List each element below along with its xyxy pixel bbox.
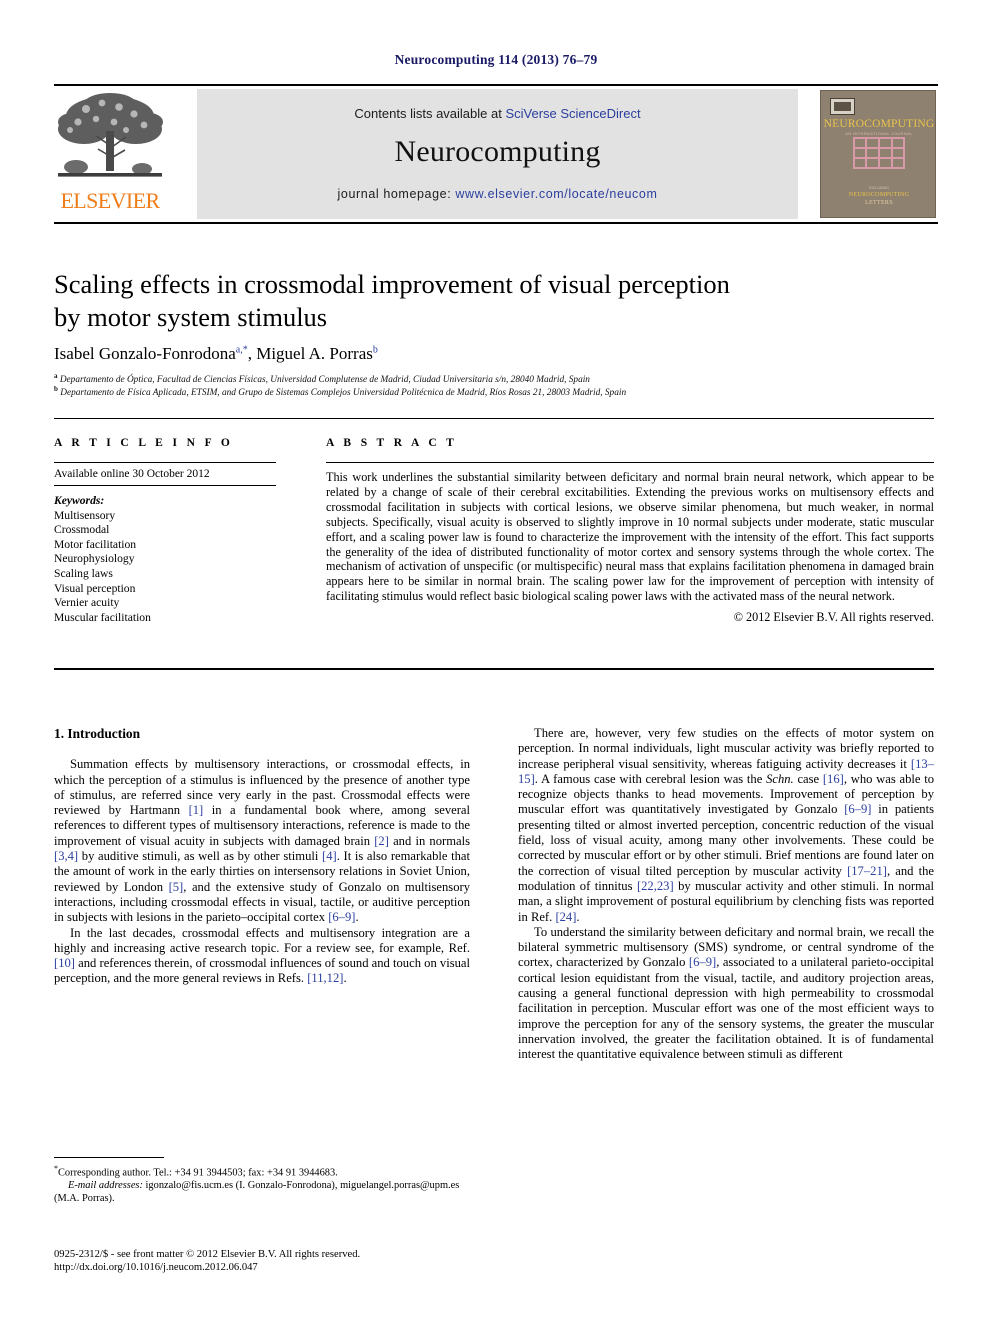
- citation-ref[interactable]: [10]: [54, 956, 75, 970]
- info-block-bottom-rule: [54, 668, 934, 670]
- keyword-item: Motor facilitation: [54, 537, 137, 551]
- citation-ref[interactable]: [16]: [823, 772, 844, 786]
- journal-cover-thumbnail: NEUROCOMPUTING AN INTERNATIONAL JOURNAL …: [820, 90, 936, 218]
- sciencedirect-link[interactable]: SciVerse ScienceDirect: [505, 106, 640, 121]
- footnote-rule: [54, 1157, 164, 1158]
- para-text: by auditive stimuli, as well as by other…: [78, 849, 323, 864]
- abstract-heading: A B S T R A C T: [326, 437, 458, 449]
- para-text: In the last decades, crossmodal effects …: [54, 925, 470, 955]
- paragraph-right-1: There are, however, very few studies on …: [518, 726, 934, 925]
- author-1: Isabel Gonzalo-Fonrodona: [54, 344, 236, 363]
- body-column-right: There are, however, very few studies on …: [518, 726, 934, 1063]
- body-column-left: 1. Introduction Summation effects by mul…: [54, 726, 470, 987]
- keyword-item: Vernier acuity: [54, 596, 120, 610]
- homepage-prefix: journal homepage:: [337, 187, 456, 201]
- citation-ref[interactable]: [24]: [555, 910, 576, 924]
- affiliation-a-mark: a: [54, 372, 58, 380]
- para-text: , associated to a unilateral parieto-occ…: [518, 955, 934, 1062]
- paragraph-right-2: To understand the similarity between def…: [518, 925, 934, 1063]
- abstract-copyright: © 2012 Elsevier B.V. All rights reserved…: [733, 610, 934, 625]
- email-label: E-mail addresses:: [68, 1180, 143, 1192]
- cover-publisher-icon: [830, 98, 855, 115]
- contents-prefix: Contents lists available at: [354, 106, 506, 121]
- journal-masthead: ELSEVIER Contents lists available at Sci…: [54, 84, 938, 224]
- keyword-item: Scaling laws: [54, 566, 113, 580]
- elsevier-wordmark: ELSEVIER: [60, 188, 160, 213]
- keyword-item: Visual perception: [54, 581, 136, 595]
- para-text: .: [576, 909, 580, 924]
- journal-homepage-link[interactable]: www.elsevier.com/locate/neucom: [455, 187, 657, 201]
- cover-footer-small: INCLUDING: [869, 186, 889, 190]
- article-info-column: Available online 30 October 2012 Keyword…: [54, 462, 276, 625]
- article-title-line1: Scaling effects in crossmodal improvemen…: [54, 269, 730, 299]
- keyword-item: Muscular facilitation: [54, 610, 151, 624]
- affiliation-b-mark: b: [54, 385, 58, 393]
- citation-ref[interactable]: [3,4]: [54, 849, 78, 863]
- cover-journal-subtitle: AN INTERNATIONAL JOURNAL: [845, 131, 913, 136]
- masthead-band: Contents lists available at SciVerse Sci…: [197, 89, 798, 219]
- para-text: case: [793, 771, 823, 786]
- citation-ref[interactable]: [22,23]: [637, 879, 674, 893]
- cover-grid-graphic: [853, 137, 905, 169]
- issn-line: 0925-2312/$ - see front matter © 2012 El…: [54, 1249, 361, 1260]
- citation-ref[interactable]: [4]: [322, 849, 337, 863]
- abstract-column: This work underlines the substantial sim…: [326, 462, 934, 625]
- para-text: .: [355, 910, 359, 925]
- para-text: and references therein, of crossmodal in…: [54, 956, 470, 986]
- para-text: and in normals: [388, 833, 471, 848]
- elsevier-tree-icon: [58, 93, 163, 177]
- author-2-marks: b: [372, 344, 378, 356]
- imprint-block: 0925-2312/$ - see front matter © 2012 El…: [54, 1248, 484, 1275]
- author-2: , Miguel A. Porras: [247, 344, 373, 363]
- cover-journal-title: NEUROCOMPUTING: [823, 118, 935, 130]
- article-history: Available online 30 October 2012: [54, 468, 210, 480]
- author-1-marks: a,*: [235, 344, 248, 356]
- citation-ref[interactable]: [6–9]: [328, 910, 355, 924]
- elsevier-logo: ELSEVIER: [56, 89, 164, 219]
- keyword-item: Neurophysiology: [54, 552, 135, 566]
- keyword-item: Crossmodal: [54, 523, 110, 537]
- journal-title: Neurocomputing: [394, 135, 601, 168]
- cover-footer-line2: LETTERS: [865, 200, 893, 206]
- article-title: Scaling effects in crossmodal improvemen…: [54, 268, 934, 334]
- section-heading-introduction: 1. Introduction: [54, 726, 141, 741]
- affiliation-b-text: Departamento de Física Aplicada, ETSIM, …: [60, 388, 627, 399]
- para-text: . A famous case with cerebral lesion was…: [534, 771, 767, 786]
- running-head: Neurocomputing 114 (2013) 76–79: [394, 52, 598, 67]
- citation-ref[interactable]: [2]: [374, 834, 389, 848]
- cover-footer-line1: NEUROCOMPUTING: [848, 192, 910, 198]
- citation-ref[interactable]: [5]: [169, 880, 184, 894]
- article-title-line2: by motor system stimulus: [54, 302, 328, 332]
- paragraph-left-1: Summation effects by multisensory intera…: [54, 757, 470, 925]
- author-list: Isabel Gonzalo-Fonrodonaa,*, Miguel A. P…: [54, 344, 934, 364]
- info-block-top-rule: [54, 418, 934, 419]
- keyword-item: Multisensory: [54, 508, 116, 522]
- citation-ref[interactable]: [6–9]: [844, 802, 871, 816]
- doi-line[interactable]: http://dx.doi.org/10.1016/j.neucom.2012.…: [54, 1261, 484, 1274]
- para-text: .: [343, 971, 347, 986]
- article-info-heading: A R T I C L E I N F O: [54, 437, 234, 449]
- citation-ref[interactable]: [6–9]: [689, 955, 716, 969]
- para-text: There are, however, very few studies on …: [518, 726, 934, 771]
- citation-ref[interactable]: [1]: [189, 803, 204, 817]
- keywords-list: Keywords: Multisensory Crossmodal Motor …: [54, 486, 276, 625]
- journal-homepage-line: journal homepage: www.elsevier.com/locat…: [197, 187, 798, 201]
- contents-available-line: Contents lists available at SciVerse Sci…: [197, 106, 798, 121]
- footnote-block: *Corresponding author. Tel.: +34 91 3944…: [54, 1163, 470, 1206]
- citation-ref[interactable]: [17–21]: [847, 864, 887, 878]
- abstract-text: This work underlines the substantial sim…: [326, 470, 934, 604]
- paragraph-left-2: In the last decades, crossmodal effects …: [54, 926, 470, 987]
- case-name-italic: Schn.: [766, 771, 794, 786]
- corresponding-author-note: Corresponding author. Tel.: +34 91 39445…: [58, 1167, 338, 1179]
- affiliation-b: b Departamento de Física Aplicada, ETSIM…: [54, 383, 934, 400]
- keywords-label: Keywords:: [54, 494, 105, 507]
- paper-page: Neurocomputing 114 (2013) 76–79 ELSEVIER…: [0, 0, 992, 1323]
- citation-ref[interactable]: [11,12]: [307, 971, 343, 985]
